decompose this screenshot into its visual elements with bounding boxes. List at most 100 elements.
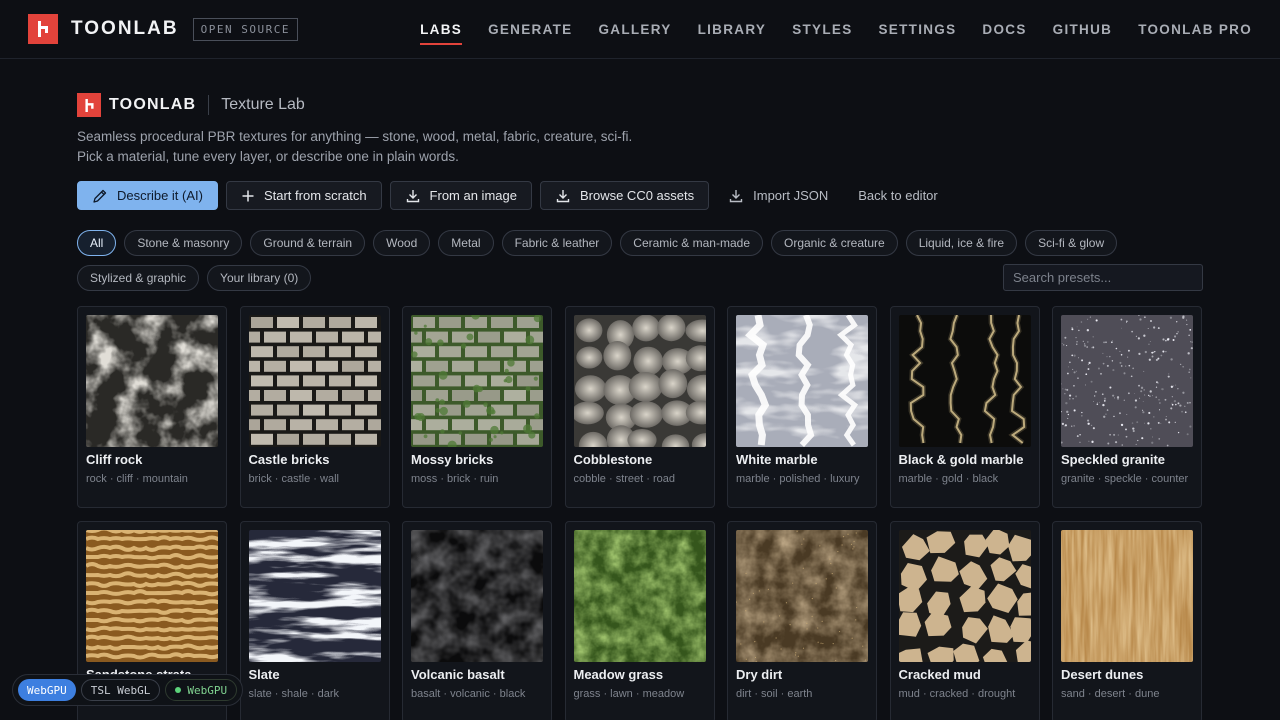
filter-chip-ceramic-man-made[interactable]: Ceramic & man-made xyxy=(620,230,763,256)
filter-chip-liquid-ice-fire[interactable]: Liquid, ice & fire xyxy=(905,230,1018,256)
preset-thumbnail xyxy=(736,315,868,447)
backend-status-label: WebGPU xyxy=(187,683,228,697)
nav-link-generate[interactable]: GENERATE xyxy=(488,16,572,43)
button-label: Import JSON xyxy=(753,188,829,203)
pencil-icon xyxy=(92,188,108,204)
nav-link-library[interactable]: LIBRARY xyxy=(698,16,767,43)
preset-card-cliff-rock[interactable]: Cliff rock rock · cliff · mountain xyxy=(77,306,227,508)
nav-link-gallery[interactable]: GALLERY xyxy=(598,16,671,43)
lab-header: TOONLAB Texture Lab xyxy=(77,93,305,117)
preset-card-cracked-mud[interactable]: Cracked mud mud · cracked · drought xyxy=(889,521,1040,720)
main-nav: LABS GENERATE GALLERY LIBRARY STYLES SETTINGS… xyxy=(420,0,1252,58)
filter-chip-metal[interactable]: Metal xyxy=(438,230,494,256)
preset-title: Slate xyxy=(248,667,280,682)
search-input[interactable] xyxy=(1003,264,1203,291)
download-icon xyxy=(405,188,421,204)
preset-thumbnail xyxy=(736,530,868,662)
describe-it-ai-button[interactable]: Describe it (AI) xyxy=(77,181,218,210)
button-label: Back to editor xyxy=(858,188,938,203)
filter-chip-organic-creature[interactable]: Organic & creature xyxy=(771,230,898,256)
preset-card-white-marble[interactable]: White marble marble · polished · luxury xyxy=(727,306,877,508)
nav-link-styles[interactable]: STYLES xyxy=(792,16,852,43)
preset-thumbnail xyxy=(86,530,218,662)
preset-title: Dry dirt xyxy=(736,667,783,682)
nav-link-docs[interactable]: DOCS xyxy=(982,16,1026,43)
button-label: Browse CC0 assets xyxy=(579,188,695,203)
filter-chip-wood[interactable]: Wood xyxy=(373,230,431,256)
download-icon xyxy=(555,188,571,204)
preset-grid: Cliff rock rock · cliff · mountain Castle … xyxy=(77,306,1202,720)
preset-card-slate[interactable]: Slate slate · shale · dark xyxy=(239,521,390,720)
preset-tags: sand · desert · dune xyxy=(1061,688,1160,700)
brand[interactable]: TOONLAB OPEN SOURCE xyxy=(28,14,298,44)
top-nav: TOONLAB OPEN SOURCE LABS GENERATE GALLERY L… xyxy=(0,0,1280,59)
preset-title: Cliff rock xyxy=(86,452,143,467)
preset-tags: marble · gold · black xyxy=(898,473,999,485)
nav-link-settings[interactable]: SETTINGS xyxy=(879,16,957,43)
action-bar: Describe it (AI) Start from scratch From a… xyxy=(77,181,949,210)
button-label: Describe it (AI) xyxy=(117,188,203,203)
preset-tags: dirt · soil · earth xyxy=(736,688,813,700)
lab-brand: TOONLAB xyxy=(109,96,197,113)
preset-title: Cobblestone xyxy=(573,452,653,467)
button-label: Start from scratch xyxy=(263,188,367,203)
filter-chip-stone-masonry[interactable]: Stone & masonry xyxy=(124,230,243,256)
preset-title: Desert dunes xyxy=(1061,667,1144,682)
preset-card-speckled-granite[interactable]: Speckled granite granite · speckle · coun… xyxy=(1052,306,1202,508)
nav-link-labs[interactable]: LABS xyxy=(420,16,463,45)
filter-chip-all[interactable]: All xyxy=(77,230,117,256)
preset-title: Black & gold marble xyxy=(898,452,1024,467)
preset-thumbnail xyxy=(86,315,218,447)
filter-chip-your-library-0[interactable]: Your library (0) xyxy=(207,265,312,291)
nav-link-github[interactable]: GITHUB xyxy=(1053,16,1113,43)
backend-status: WebGPU xyxy=(165,679,238,701)
from-an-image-button[interactable]: From an image xyxy=(389,181,532,210)
preset-card-volcanic-basalt[interactable]: Volcanic basalt basalt · volcanic · black xyxy=(402,521,552,720)
preset-tags: moss · brick · ruin xyxy=(411,473,499,485)
preset-title: Castle bricks xyxy=(248,452,330,467)
preset-card-meadow-grass[interactable]: Meadow grass grass · lawn · meadow xyxy=(564,521,715,720)
filter-chip-ground-terrain[interactable]: Ground & terrain xyxy=(250,230,366,256)
preset-card-mossy-bricks[interactable]: Mossy bricks moss · brick · ruin xyxy=(402,306,552,508)
preset-card-cobblestone[interactable]: Cobblestone cobble · street · road xyxy=(564,306,715,508)
backend-option-webgpu[interactable]: WebGPU xyxy=(18,679,76,701)
preset-tags: mud · cracked · drought xyxy=(898,688,1016,700)
preset-thumbnail xyxy=(898,530,1031,662)
start-from-scratch-button[interactable]: Start from scratch xyxy=(225,181,382,210)
render-backend-switch: WebGPU TSL WebGL WebGPU xyxy=(12,674,244,706)
preset-thumbnail xyxy=(1061,315,1193,447)
preset-title: Cracked mud xyxy=(898,667,981,682)
preset-tags: marble · polished · luxury xyxy=(736,473,860,485)
preset-thumbnail xyxy=(1061,530,1193,662)
browse-cc0-assets-button[interactable]: Browse CC0 assets xyxy=(539,181,710,210)
preset-title: Meadow grass xyxy=(573,667,664,682)
divider xyxy=(208,95,210,115)
preset-thumbnail xyxy=(411,315,543,447)
preset-title: White marble xyxy=(736,452,818,467)
preset-thumbnail xyxy=(411,530,543,662)
page-title: Texture Lab xyxy=(221,96,305,113)
preset-card-castle-bricks[interactable]: Castle bricks brick · castle · wall xyxy=(239,306,390,508)
preset-title: Mossy bricks xyxy=(411,452,494,467)
preset-thumbnail xyxy=(898,315,1031,447)
back-to-editor-button[interactable]: Back to editor xyxy=(847,181,949,210)
plus-icon xyxy=(241,189,255,203)
preset-card-black-gold-marble[interactable]: Black & gold marble marble · gold · black xyxy=(889,306,1040,508)
preset-tags: rock · cliff · mountain xyxy=(86,473,188,485)
open-source-badge: OPEN SOURCE xyxy=(192,17,298,41)
preset-title: Volcanic basalt xyxy=(411,667,505,682)
filter-chip-fabric-leather[interactable]: Fabric & leather xyxy=(501,230,613,256)
preset-tags: slate · shale · dark xyxy=(248,688,339,700)
preset-card-dry-dirt[interactable]: Dry dirt dirt · soil · earth xyxy=(727,521,877,720)
download-icon xyxy=(728,188,744,204)
backend-option-tsl-webgl[interactable]: TSL WebGL xyxy=(80,679,161,701)
preset-tags: brick · castle · wall xyxy=(248,473,339,485)
preset-tags: granite · speckle · counter xyxy=(1061,473,1189,485)
preset-thumbnail xyxy=(573,530,706,662)
nav-link-toonlab-pro[interactable]: TOONLAB PRO xyxy=(1138,16,1252,43)
preset-thumbnail xyxy=(248,530,381,662)
filter-chip-stylized-graphic[interactable]: Stylized & graphic xyxy=(77,265,200,291)
filter-chip-sci-fi-glow[interactable]: Sci-fi & glow xyxy=(1025,230,1118,256)
preset-card-desert-dunes[interactable]: Desert dunes sand · desert · dune xyxy=(1052,521,1202,720)
import-json-button[interactable]: Import JSON xyxy=(717,181,839,210)
